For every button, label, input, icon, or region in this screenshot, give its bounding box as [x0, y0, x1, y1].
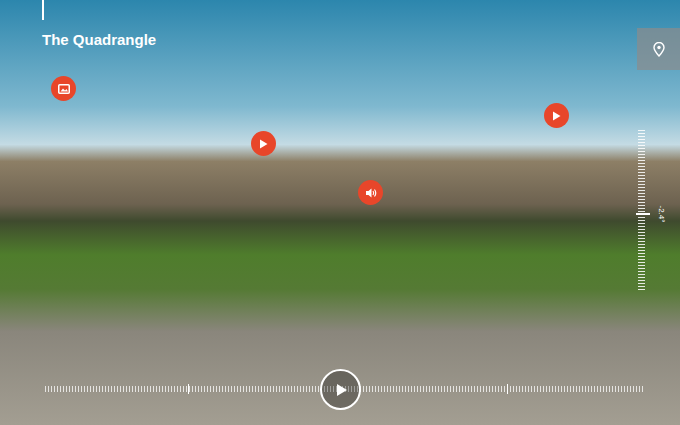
title-rule: [42, 0, 44, 20]
video-hotspot[interactable]: [544, 103, 569, 128]
gallery-icon: [58, 84, 70, 94]
timeline-marker: [188, 384, 189, 394]
zoom-reading: -2.4°: [656, 199, 666, 229]
timeline-marker: [507, 384, 508, 394]
gallery-hotspot[interactable]: [51, 76, 76, 101]
play-icon: [552, 111, 561, 121]
video-hotspot[interactable]: [251, 131, 276, 156]
location-pin-icon: [653, 42, 665, 57]
play-button[interactable]: [320, 369, 361, 410]
panorama-photo[interactable]: [0, 0, 680, 425]
zoom-slider[interactable]: [638, 130, 645, 290]
map-button[interactable]: [637, 28, 680, 70]
speaker-icon: [365, 187, 377, 199]
tour-viewer: The Quadrangle -2.4°: [0, 0, 680, 425]
location-title: The Quadrangle: [42, 30, 156, 50]
zoom-handle[interactable]: [636, 213, 650, 215]
play-icon: [259, 139, 268, 149]
audio-hotspot[interactable]: [358, 180, 383, 205]
play-icon: [336, 383, 348, 397]
